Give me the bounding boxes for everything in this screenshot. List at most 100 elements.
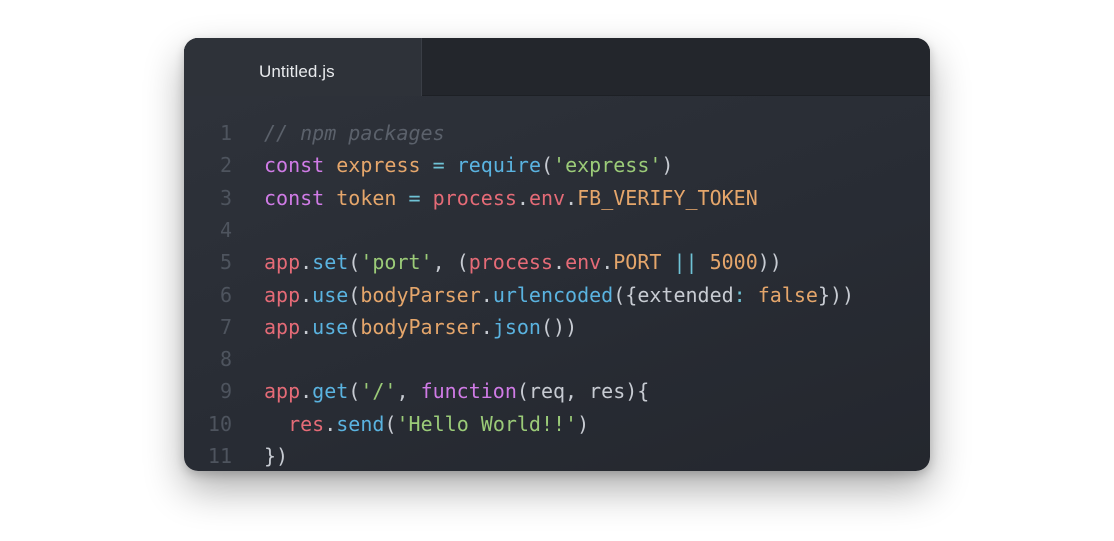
punctuation-token: [264, 412, 288, 436]
constant-token: PORT: [613, 250, 662, 275]
identifier-token: express: [336, 153, 421, 178]
literal-token: 5000: [709, 250, 758, 275]
code-text: // npm packages: [264, 117, 445, 149]
punctuation-token: ): [577, 411, 590, 436]
object-token: app: [264, 282, 301, 307]
code-text: const express = require('express'): [264, 149, 673, 181]
punctuation-token: }): [264, 444, 289, 468]
line-number: 5: [219, 250, 232, 275]
constant-token: FB_VERIFY_TOKEN: [577, 185, 758, 210]
string-token: 'Hello World!!': [396, 411, 578, 436]
line-number: 10: [207, 411, 232, 436]
object-token: app: [264, 250, 301, 275]
code-line[interactable]: 1 // npm packages: [184, 117, 930, 149]
punctuation-token: [698, 250, 710, 274]
punctuation-token: .: [601, 250, 614, 275]
code-line[interactable]: 2 const express = require('express'): [184, 149, 930, 181]
line-number: 11: [207, 444, 232, 468]
function-token: send: [336, 411, 385, 436]
object-token: env: [565, 250, 602, 275]
punctuation-token: .: [480, 314, 493, 339]
object-token: app: [264, 314, 301, 339]
code-line[interactable]: 3 const token = process.env.FB_VERIFY_TOK…: [184, 182, 930, 214]
function-token: require: [456, 153, 541, 178]
punctuation-token: [324, 186, 336, 210]
string-token: '/': [360, 379, 397, 404]
code-line[interactable]: 8: [184, 343, 930, 375]
code-text: app.set('port', (process.env.PORT || 500…: [264, 246, 782, 278]
code-line[interactable]: 5 app.set('port', (process.env.PORT || 50…: [184, 246, 930, 278]
code-text: const token = process.env.FB_VERIFY_TOKE…: [264, 182, 758, 214]
punctuation-token: .: [300, 250, 313, 275]
punctuation-token: [421, 153, 433, 177]
function-token: get: [312, 379, 349, 404]
function-token: urlencoded: [492, 282, 614, 307]
punctuation-token: [661, 250, 673, 274]
code-text: app.use(bodyParser.json()): [264, 311, 577, 343]
code-editor-window: Untitled.js 1 // npm packages 2 const expre…: [184, 38, 930, 471]
punctuation-token: [421, 186, 433, 210]
code-line[interactable]: 4: [184, 214, 930, 246]
function-token: set: [312, 250, 349, 275]
code-text: }): [264, 440, 288, 471]
code-line[interactable]: 11}): [184, 440, 930, 471]
code-line[interactable]: 10 res.send('Hello World!!'): [184, 408, 930, 440]
punctuation-token: [396, 186, 408, 210]
punctuation-token: ): [661, 153, 674, 178]
code-text: res.send('Hello World!!'): [264, 408, 589, 440]
punctuation-token: [324, 153, 336, 177]
punctuation-token: .: [300, 282, 313, 307]
punctuation-token: .: [324, 411, 337, 436]
tab-bar: Untitled.js: [184, 38, 930, 96]
operator-token: :: [733, 282, 746, 307]
line-number: 8: [219, 347, 232, 372]
punctuation-token: ()): [540, 314, 578, 339]
punctuation-token: .: [553, 250, 566, 275]
line-number: 3: [219, 185, 232, 210]
punctuation-token: (: [348, 250, 361, 275]
punctuation-token: (: [384, 411, 397, 436]
code-line[interactable]: 6 app.use(bodyParser.urlencoded({extended…: [184, 279, 930, 311]
punctuation-token: )): [757, 250, 782, 275]
string-token: 'port': [360, 250, 433, 275]
punctuation-token: (: [348, 282, 361, 307]
line-number: 4: [219, 217, 232, 242]
punctuation-token: , (: [432, 250, 469, 275]
code-line[interactable]: 7 app.use(bodyParser.json()): [184, 311, 930, 343]
comment-token: // npm packages: [264, 121, 445, 145]
object-token: app: [264, 379, 301, 404]
punctuation-token: .: [300, 379, 313, 404]
identifier-token: token: [336, 185, 397, 210]
code-text: app.get('/', function(req, res){: [264, 375, 649, 407]
punctuation-token: (: [541, 153, 554, 178]
line-number: 1: [219, 121, 232, 145]
punctuation-token: (: [348, 379, 361, 404]
punctuation-token: .: [480, 282, 493, 307]
function-token: json: [492, 314, 541, 339]
keyword-token: function: [420, 379, 517, 404]
punctuation-token: .: [516, 185, 529, 210]
punctuation-token: ({extended: [613, 282, 734, 307]
function-token: use: [312, 314, 349, 339]
line-number: 7: [219, 314, 232, 339]
code-editor[interactable]: 1 // npm packages 2 const express = require…: [184, 96, 930, 471]
punctuation-token: (: [348, 314, 361, 339]
object-token: process: [432, 185, 517, 210]
function-token: use: [312, 282, 349, 307]
keyword-token: const: [264, 153, 325, 178]
punctuation-token: })): [817, 282, 855, 307]
tab-untitled-js[interactable]: Untitled.js: [184, 38, 422, 96]
punctuation-token: [445, 153, 457, 177]
operator-token: ||: [673, 250, 698, 275]
tab-label: Untitled.js: [259, 62, 335, 81]
object-token: process: [468, 250, 554, 275]
operator-token: =: [432, 153, 445, 178]
punctuation-token: .: [300, 314, 313, 339]
operator-token: =: [408, 185, 421, 210]
line-number: 2: [219, 153, 232, 178]
object-token: env: [528, 185, 566, 210]
literal-token: false: [757, 282, 818, 307]
punctuation-token: (req, res){: [516, 379, 650, 404]
tab-bar-empty-area: [422, 38, 930, 96]
code-line[interactable]: 9 app.get('/', function(req, res){: [184, 375, 930, 407]
